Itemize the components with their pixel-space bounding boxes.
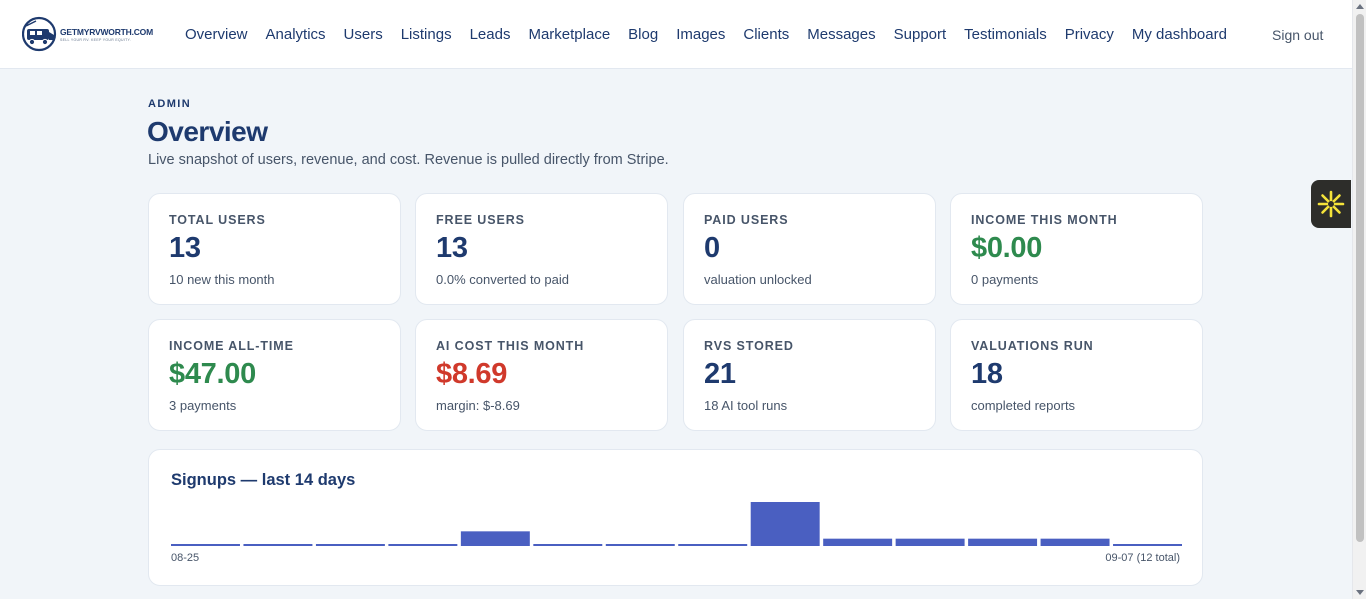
stat-card-income-all-time: INCOME ALL-TIME $47.00 3 payments [148,319,401,431]
nav-support[interactable]: Support [894,26,947,43]
stat-card-rvs-stored: RVS STORED 21 18 AI tool runs [683,319,936,431]
stat-card-ai-cost: AI COST THIS MONTH $8.69 margin: $-8.69 [415,319,668,431]
signup-bar [533,544,603,546]
signup-bar [823,538,893,546]
signup-bar [678,544,748,546]
signups-chart-card: Signups — last 14 days 08-25 09-07 (12 t… [148,449,1203,586]
stat-card-valuations-run: VALUATIONS RUN 18 completed reports [950,319,1203,431]
stat-value: 0 [704,232,720,264]
stat-note: completed reports [971,398,1076,413]
stat-label: INCOME THIS MONTH [971,213,1118,227]
page-title: Overview [147,116,268,147]
sign-out-button[interactable]: Sign out [1272,0,1323,69]
nav-overview[interactable]: Overview [185,26,248,43]
stat-value: 13 [436,232,468,264]
stat-note: 18 AI tool runs [704,398,788,413]
nav-marketplace[interactable]: Marketplace [528,26,610,43]
signup-bar [315,544,385,546]
stat-card-income-this-month: INCOME THIS MONTH $0.00 0 payments [950,193,1203,305]
nav-analytics[interactable]: Analytics [266,26,326,43]
main-nav: Overview Analytics Users Listings Leads … [185,0,1227,69]
stat-value: $0.00 [971,232,1043,264]
stat-label: AI COST THIS MONTH [436,339,585,353]
signup-bar [243,544,313,546]
page-scrollbar[interactable] [1352,0,1366,599]
stat-card-paid-users: PAID USERS 0 valuation unlocked [683,193,936,305]
signups-bar-chart [171,502,1182,546]
nav-privacy[interactable]: Privacy [1065,26,1114,43]
stat-value: $8.69 [436,358,508,390]
signup-bar [750,502,820,546]
scroll-down-arrow-icon[interactable] [1356,590,1364,595]
signup-bar [171,544,240,546]
nav-images[interactable]: Images [676,26,725,43]
stat-value: $47.00 [169,358,256,390]
stat-value: 21 [704,358,736,390]
stat-note: valuation unlocked [704,272,812,287]
nav-listings[interactable]: Listings [401,26,452,43]
stat-label: FREE USERS [436,213,525,227]
chart-title: Signups — last 14 days [171,471,356,489]
nav-users[interactable]: Users [344,26,383,43]
stat-card-free-users: FREE USERS 13 0.0% converted to paid [415,193,668,305]
chart-x-start-label: 08-25 [171,552,200,564]
stat-note: 0.0% converted to paid [436,272,569,287]
scroll-up-arrow-icon[interactable] [1356,4,1364,9]
signup-bar [460,531,530,546]
brand-logo[interactable]: GETMYRVWORTH.COM SELL YOUR RV. KEEP YOUR… [21,15,162,53]
stat-note: 0 payments [971,272,1039,287]
brand-tagline: SELL YOUR RV. KEEP YOUR EQUITY. [60,37,131,42]
asterisk-spark-icon [1317,190,1345,218]
nav-messages[interactable]: Messages [807,26,875,43]
signup-bar [1113,544,1182,546]
stat-value: 18 [971,358,1003,390]
brand-name: GETMYRVWORTH.COM [60,26,153,37]
signup-bar [895,538,965,546]
scrollbar-thumb[interactable] [1356,14,1364,542]
nav-blog[interactable]: Blog [628,26,658,43]
stat-note: margin: $-8.69 [436,398,520,413]
nav-leads[interactable]: Leads [470,26,511,43]
chart-x-end-label: 09-07 (12 total) [1105,552,1180,564]
signup-bar [968,538,1038,546]
stat-label: RVS STORED [704,339,794,353]
stat-label: VALUATIONS RUN [971,339,1094,353]
section-eyebrow: ADMIN [148,98,192,110]
top-navigation-bar: GETMYRVWORTH.COM SELL YOUR RV. KEEP YOUR… [0,0,1352,69]
floating-widget-button[interactable] [1311,180,1351,228]
stat-value: 13 [169,232,201,264]
stat-label: INCOME ALL-TIME [169,339,294,353]
nav-my-dashboard[interactable]: My dashboard [1132,26,1227,43]
page-subtitle: Live snapshot of users, revenue, and cos… [148,152,669,168]
stat-label: TOTAL USERS [169,213,266,227]
stat-label: PAID USERS [704,213,789,227]
signup-bar [1040,538,1110,546]
stat-card-total-users: TOTAL USERS 13 10 new this month [148,193,401,305]
stat-note: 10 new this month [169,272,275,287]
signup-bar [388,544,458,546]
rv-logo-icon [21,16,58,52]
nav-testimonials[interactable]: Testimonials [964,26,1047,43]
nav-clients[interactable]: Clients [743,26,789,43]
signup-bar [605,544,675,546]
stat-note: 3 payments [169,398,237,413]
